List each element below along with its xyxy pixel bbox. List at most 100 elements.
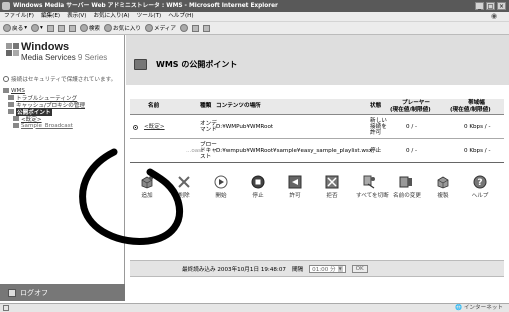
- duplicate-button[interactable]: 複製: [430, 175, 456, 199]
- mail-icon[interactable]: [192, 24, 199, 32]
- maximize-button[interactable]: □: [486, 2, 495, 10]
- rename-button[interactable]: 名前の変更: [393, 175, 421, 199]
- col-content: コンテンツの場所: [216, 103, 261, 109]
- media-icon: [145, 24, 154, 32]
- logo-title: Windows: [21, 41, 70, 53]
- allow-icon: [288, 175, 302, 189]
- action-toolbar: 追加 削除 開始 停止 許可 拒否 すべてを切断 名前の変更 複製 ? ヘルプ: [134, 175, 504, 215]
- disconnect-all-icon: [363, 175, 375, 189]
- folder-icon: [8, 109, 14, 114]
- publishing-point-icon: [13, 116, 19, 121]
- window-controls: _ □ ×: [475, 2, 506, 10]
- add-button[interactable]: 追加: [134, 175, 160, 199]
- media-button[interactable]: メディア: [145, 24, 176, 32]
- forward-button[interactable]: ▾: [31, 24, 43, 32]
- row-type: マンド: [200, 127, 217, 133]
- stop-page-icon[interactable]: [46, 24, 54, 32]
- disconnect-all-button[interactable]: すべてを切断: [356, 175, 389, 199]
- row-name[interactable]: <既定>: [144, 124, 165, 130]
- col-bandwidth-sub: (現在値/制限値): [450, 107, 491, 113]
- row-content: D:¥wmpub¥WMRoot¥sample¥easy_sample_playl…: [216, 148, 373, 154]
- server-icon: [3, 88, 9, 93]
- refresh-interval-select[interactable]: 01:00 分 ▼: [309, 264, 346, 273]
- tree-node-default[interactable]: <既定>: [3, 115, 123, 123]
- row-type: スト: [200, 154, 212, 160]
- allow-button[interactable]: 許可: [282, 175, 308, 199]
- cache-icon: [8, 102, 14, 107]
- chevron-down-icon: ▼: [337, 265, 343, 272]
- page-icon: [3, 305, 9, 311]
- broadcast-icon: [13, 123, 19, 128]
- ie-logo-icon: [2, 2, 10, 10]
- menu-edit[interactable]: 編集(E): [41, 12, 60, 21]
- tree-node-sample-broadcast[interactable]: Sample_Broadcast: [3, 122, 123, 129]
- home-icon[interactable]: [68, 24, 76, 32]
- menu-tools[interactable]: ツール(T): [137, 12, 162, 21]
- table-row[interactable]: ...oast ブロー ドキャ スト D:¥wmpub¥WMRoot¥sampl…: [130, 139, 504, 163]
- search-button[interactable]: 検索: [79, 24, 100, 32]
- back-button[interactable]: 戻る ▾: [3, 24, 27, 32]
- col-type: 種類: [200, 103, 212, 109]
- delete-icon: [178, 176, 190, 188]
- windows-flag-icon: [6, 43, 19, 56]
- search-icon: [79, 24, 88, 32]
- table-header: 名前 種類 コンテンツの場所 状態 プレーヤー (現在値/制限値) 帯域幅 (現…: [130, 99, 504, 115]
- table-row[interactable]: <既定> オンデ マンド D:¥WMPub¥WMRoot 新しい 接続を 許可 …: [130, 115, 504, 139]
- print-icon[interactable]: [203, 24, 210, 32]
- history-icon[interactable]: [180, 24, 188, 32]
- title-bar: Windows Media サーバー Web アドミニストレータ : WMS -…: [0, 0, 509, 12]
- row-content: D:¥WMPub¥WMRoot: [216, 124, 274, 130]
- stop-icon: [251, 175, 265, 189]
- menu-view[interactable]: 表示(V): [67, 12, 86, 21]
- main-area: Windows Media Services 9 Series 接続はセキュリテ…: [0, 35, 509, 301]
- deny-button[interactable]: 拒否: [319, 175, 345, 199]
- left-pane: Windows Media Services 9 Series 接続はセキュリテ…: [0, 35, 125, 301]
- back-arrow-icon: [3, 24, 11, 32]
- row-status: 許可: [370, 130, 382, 136]
- stop-button[interactable]: 停止: [245, 175, 271, 199]
- throbber-icon: ◉: [490, 12, 498, 20]
- delete-button[interactable]: 削除: [171, 175, 197, 199]
- row-players: 0 / -: [406, 124, 418, 130]
- deny-icon: [325, 175, 339, 189]
- col-bandwidth: 帯域幅: [468, 100, 485, 106]
- status-bar: 🌐 インターネット: [0, 303, 509, 312]
- wrench-icon: [8, 95, 14, 100]
- page-header: WMS の公開ポイント: [126, 35, 509, 85]
- chevron-down-icon: ▾: [24, 25, 28, 31]
- rename-icon: [399, 176, 412, 188]
- minimize-button[interactable]: _: [475, 2, 484, 10]
- row-status: 停止: [370, 148, 382, 154]
- row-bandwidth: 0 Kbps / -: [464, 148, 491, 154]
- row-radio[interactable]: [133, 125, 138, 130]
- start-icon: [214, 175, 228, 189]
- help-button[interactable]: ? ヘルプ: [467, 175, 493, 199]
- menu-bar: ファイル(F) 編集(E) 表示(V) お気に入り(A) ツール(T) ヘルプ(…: [0, 12, 509, 21]
- ok-button[interactable]: OK: [351, 264, 368, 273]
- wms-logo: Windows Media Services 9 Series: [6, 41, 121, 65]
- menu-help[interactable]: ヘルプ(H): [168, 12, 193, 21]
- page-title: WMS の公開ポイント: [156, 60, 238, 69]
- favorites-button[interactable]: お気に入り: [104, 24, 141, 32]
- logoff-button[interactable]: ログオフ: [0, 284, 125, 301]
- refresh-icon[interactable]: [57, 24, 65, 32]
- publishing-points-icon: [134, 59, 147, 70]
- close-button[interactable]: ×: [497, 2, 506, 10]
- menu-file[interactable]: ファイル(F): [4, 12, 34, 21]
- add-icon: [141, 176, 153, 189]
- publishing-points-table: 名前 種類 コンテンツの場所 状態 プレーヤー (現在値/制限値) 帯域幅 (現…: [130, 99, 504, 163]
- start-button[interactable]: 開始: [208, 175, 234, 199]
- window-title: Windows Media サーバー Web アドミニストレータ : WMS -…: [13, 3, 278, 9]
- logo-subtitle: Media Services 9 Series: [21, 53, 108, 62]
- duplicate-icon: [437, 176, 449, 189]
- logoff-icon: [8, 288, 16, 297]
- svg-text:?: ?: [477, 178, 482, 188]
- menu-favorites[interactable]: お気に入り(A): [93, 12, 129, 21]
- content-pane: WMS の公開ポイント 名前 種類 コンテンツの場所 状態 プレーヤー (現在値…: [126, 35, 509, 292]
- interval-label: 間隔: [291, 266, 304, 273]
- lock-icon: [3, 76, 9, 82]
- chevron-down-icon: ▾: [40, 25, 43, 31]
- col-status: 状態: [370, 103, 382, 109]
- col-name: 名前: [148, 103, 160, 109]
- internet-zone: 🌐 インターネット: [455, 305, 503, 311]
